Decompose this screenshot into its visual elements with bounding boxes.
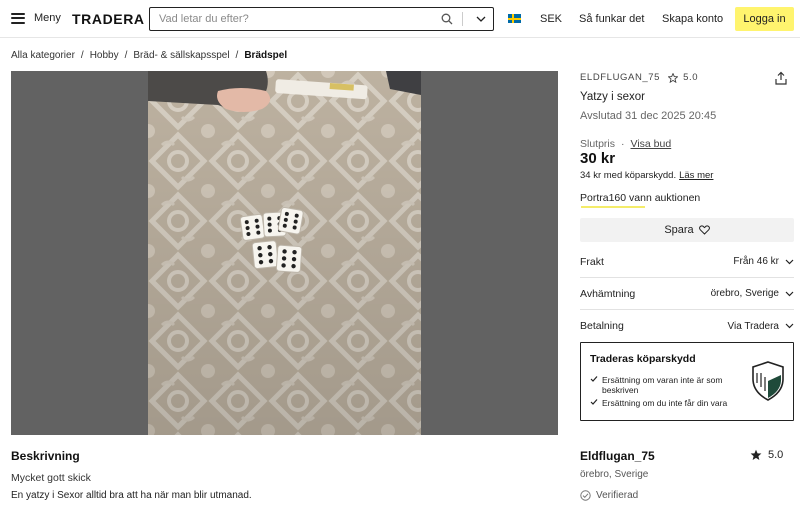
winner-highlight — [581, 206, 645, 208]
shipping-row[interactable]: Frakt Från 46 kr — [580, 246, 794, 278]
search-icon[interactable] — [434, 9, 460, 29]
description-text: En yatzy i Sexor alltid bra att ha när m… — [11, 490, 252, 501]
product-image-gallery[interactable] — [11, 71, 558, 435]
description-heading: Beskrivning — [11, 449, 80, 463]
checkmark-icon — [590, 399, 598, 405]
seller-rating: 5.0 — [750, 449, 783, 461]
breadcrumb-separator: / — [124, 50, 128, 61]
save-label: Spara — [664, 224, 694, 236]
breadcrumb-item[interactable]: Bräd- & sällskapsspel — [133, 50, 229, 61]
breadcrumb-item[interactable]: Hobby — [90, 50, 119, 61]
seller-tag[interactable]: ELDFLUGAN_75 5.0 — [580, 72, 698, 83]
currency-selector[interactable]: SEK — [540, 13, 562, 25]
menu-button[interactable]: Meny — [11, 12, 61, 24]
pickup-label: Avhämtning — [580, 287, 636, 300]
auction-winner: Portra160 vann auktionen — [580, 192, 701, 204]
create-account-link[interactable]: Skapa konto — [662, 13, 723, 25]
seller-rating-value: 5.0 — [768, 449, 784, 461]
buyer-protection-box: Traderas köparskydd Ersättning om varan … — [580, 342, 794, 421]
final-price-row: Slutpris · Visa bud — [580, 138, 671, 150]
verified-check-icon — [580, 490, 591, 501]
seller-tag-name: ELDFLUGAN_75 — [580, 72, 661, 83]
checkmark-icon — [590, 376, 598, 382]
site-header: Meny TRADERA SEK Så funkar det Skapa kon… — [0, 0, 800, 38]
price-with-protection: 34 kr med köparskydd. Läs mer — [580, 170, 713, 181]
listing-title: Yatzy i sexor — [580, 91, 645, 103]
chevron-down-icon — [785, 323, 794, 329]
star-icon — [750, 449, 762, 461]
verified-badge: Verifierad — [580, 490, 638, 501]
seller-name[interactable]: Eldflugan_75 — [580, 449, 655, 463]
heart-icon — [698, 225, 710, 235]
chevron-down-icon[interactable] — [469, 16, 493, 22]
payment-row[interactable]: Betalning Via Tradera — [580, 310, 794, 342]
payment-label: Betalning — [580, 320, 624, 332]
seller-tag-rating: 5.0 — [683, 72, 699, 83]
product-photo — [148, 71, 421, 435]
protection-item-text: Ersättning om varan inte är som beskrive… — [602, 375, 723, 395]
final-price: 30 kr — [580, 150, 616, 167]
seller-location: örebro, Sverige — [580, 469, 649, 480]
search-divider — [462, 12, 463, 26]
verified-label: Verifierad — [596, 490, 639, 501]
breadcrumb-separator: / — [235, 50, 239, 61]
protection-item: Ersättning om du inte får din vara — [590, 398, 750, 408]
protection-item-text: Ersättning om du inte får din vara — [602, 398, 728, 408]
login-button[interactable]: Logga in — [735, 7, 794, 31]
shipping-value: Från 46 kr — [733, 256, 779, 267]
shield-icon — [752, 361, 784, 401]
shipping-label: Frakt — [580, 255, 604, 268]
item-condition: Mycket gott skick — [11, 472, 91, 484]
star-outline-icon — [668, 72, 679, 83]
auction-ended-time: Avslutad 31 dec 2025 20:45 — [580, 110, 717, 122]
payment-value: Via Tradera — [727, 320, 779, 332]
dot-separator: · — [621, 138, 625, 150]
share-icon[interactable] — [774, 71, 788, 88]
save-button[interactable]: Spara — [580, 218, 794, 242]
view-bids-link[interactable]: Visa bud — [631, 138, 672, 150]
menu-label: Meny — [34, 12, 61, 24]
how-it-works-link[interactable]: Så funkar det — [579, 13, 644, 25]
breadcrumb: Alla kategorier / Hobby / Bräd- & sällsk… — [11, 50, 287, 61]
read-more-link[interactable]: Läs mer — [679, 170, 713, 181]
hamburger-icon — [11, 12, 25, 24]
chevron-down-icon — [785, 259, 794, 264]
protection-item: Ersättning om varan inte är som beskrive… — [590, 375, 740, 395]
buyer-protection-title: Traderas köparskydd — [590, 353, 696, 365]
sweden-flag-icon[interactable] — [508, 14, 521, 23]
pickup-row[interactable]: Avhämtning örebro, Sverige — [580, 278, 794, 310]
breadcrumb-separator: / — [80, 50, 84, 61]
breadcrumb-current[interactable]: Brädspel — [244, 50, 287, 61]
tradera-logo[interactable]: TRADERA — [72, 11, 145, 27]
search-input[interactable] — [150, 8, 434, 30]
chevron-down-icon — [785, 291, 794, 296]
pickup-value: örebro, Sverige — [710, 288, 779, 299]
final-price-label: Slutpris — [580, 138, 616, 150]
search-bar — [149, 7, 494, 31]
price-with-protection-text: 34 kr med köparskydd. — [580, 170, 677, 181]
breadcrumb-item[interactable]: Alla kategorier — [11, 50, 75, 61]
